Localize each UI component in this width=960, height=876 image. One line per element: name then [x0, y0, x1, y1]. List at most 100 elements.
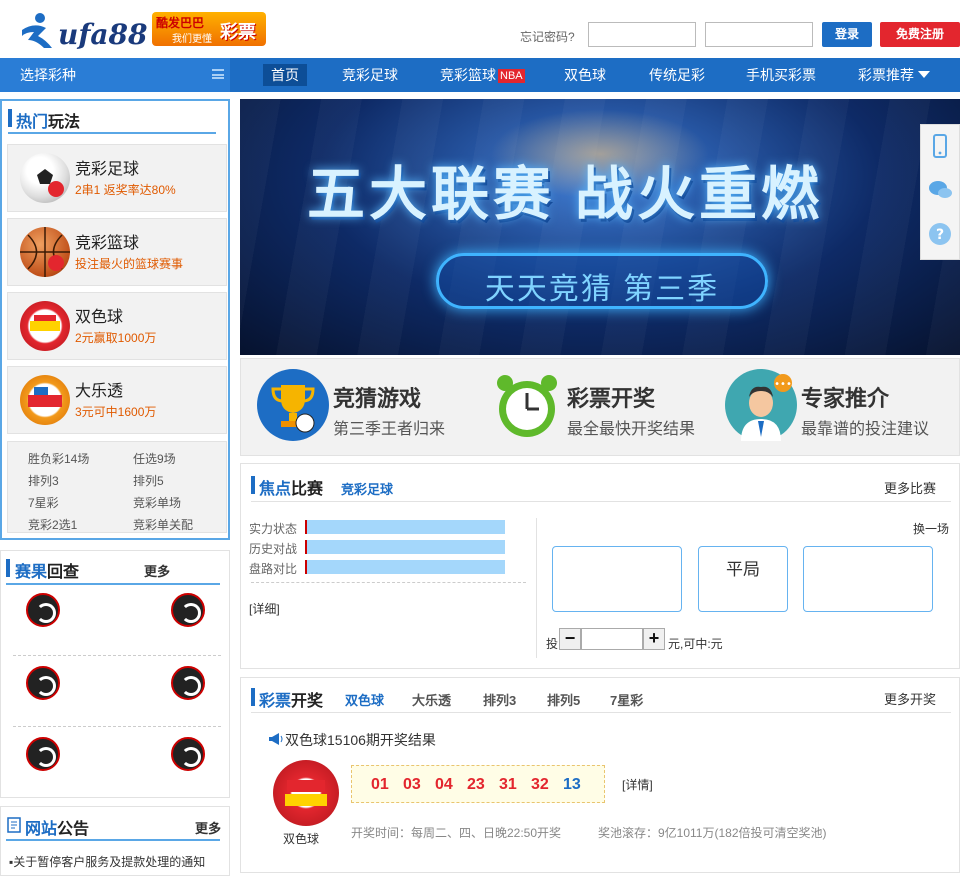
bet-plus-button[interactable]: + [643, 628, 665, 650]
register-button[interactable]: 免费注册 [880, 22, 960, 47]
nav-item-home[interactable]: 首页 [263, 64, 307, 86]
nav-home-label: 首页 [271, 67, 299, 83]
shuangseqiu-logo-icon [20, 301, 70, 351]
tab-pl5[interactable]: 排列5 [547, 690, 580, 709]
trophy-icon[interactable] [257, 369, 329, 441]
more-games-box: 胜负彩14场 任选9场 排列3 排列5 7星彩 竞彩单场 竞彩2选1 竞彩单关配 [7, 441, 227, 533]
red-ball: 23 [467, 776, 485, 793]
help-question-icon[interactable]: ? [927, 221, 953, 247]
tab-dlt[interactable]: 大乐透 [412, 690, 451, 709]
divider [13, 726, 221, 727]
select-lottery-menu[interactable]: 选择彩种 [0, 58, 230, 92]
game-link[interactable]: 7星彩 [28, 494, 59, 511]
divider [251, 582, 526, 583]
home-team-option[interactable] [552, 546, 682, 612]
nav-item-recommend[interactable]: 彩票推荐 [858, 58, 930, 92]
game-desc: 3元可中1600万 [75, 405, 157, 419]
megaphone-icon [269, 733, 283, 745]
nav-item-jczq[interactable]: 竞彩足球 [342, 58, 398, 92]
caret-down-icon [918, 71, 930, 78]
focus-title-b: 比赛 [291, 481, 324, 498]
select-lottery-label: 选择彩种 [20, 67, 76, 83]
jackpot-pool-text: 奖池滚存：9亿1011万(182倍投可清空奖池) [598, 826, 827, 840]
password-input[interactable] [705, 22, 813, 47]
results-more-link[interactable]: 更多 [144, 561, 170, 580]
game-item-dlt[interactable]: 大乐透 3元可中1600万 [7, 366, 227, 434]
game-link[interactable]: 竞彩单场 [133, 494, 181, 511]
site-logo[interactable]: ufa88 [16, 10, 148, 51]
detail-link[interactable]: [详细] [249, 600, 280, 617]
away-team-option[interactable] [803, 546, 933, 612]
game-name: 双色球 [75, 309, 124, 326]
hero-banner[interactable]: 五大联赛 战火重燃 天天竞猜 第三季 [240, 99, 960, 355]
nav-item-ctzc[interactable]: 传统足彩 [649, 58, 705, 92]
game-item-jclq[interactable]: 竞彩篮球 投注最火的篮球赛事 [7, 218, 227, 286]
team-logo-icon[interactable] [26, 593, 60, 627]
draw-option[interactable]: 平局 [698, 546, 788, 612]
runner-logo-icon [22, 13, 52, 48]
feature-title[interactable]: 专家推介 [801, 381, 889, 413]
team-logo-icon[interactable] [26, 666, 60, 700]
draw-label: 平局 [726, 560, 760, 579]
game-item-jczq[interactable]: 竞彩足球 2串1 返奖率达80% [7, 144, 227, 212]
game-link[interactable]: 排列5 [133, 472, 164, 489]
focus-title-a: 焦点 [259, 481, 292, 498]
nav-jclq-label: 竞彩篮球 [440, 67, 496, 83]
banner-subline: 天天竞猜 第三季 [484, 273, 720, 306]
blue-ball: 13 [563, 776, 581, 793]
section-divider [6, 839, 220, 841]
tab-ssq[interactable]: 双色球 [345, 690, 384, 709]
more-matches-link[interactable]: 更多比赛 [884, 478, 936, 497]
team-logo-icon[interactable] [26, 737, 60, 771]
section-bar [251, 476, 255, 494]
notice-more-link[interactable]: 更多 [195, 818, 221, 837]
game-link[interactable]: 排列3 [28, 472, 59, 489]
banner-subline-box: 天天竞猜 第三季 [436, 253, 768, 309]
game-link[interactable]: 竞彩单关配 [133, 516, 193, 533]
game-name: 竞彩篮球 [75, 235, 140, 252]
red-ball: 32 [531, 776, 549, 793]
more-lottery-link[interactable]: 更多开奖 [884, 689, 936, 708]
forgot-password-link[interactable]: 忘记密码? [520, 28, 575, 45]
list-icon [212, 69, 224, 79]
tab-jczq[interactable]: 竞彩足球 [341, 479, 393, 498]
section-divider [6, 583, 220, 585]
team-logo-icon[interactable] [171, 666, 205, 700]
bet-minus-button[interactable]: − [559, 628, 581, 650]
tab-7xc[interactable]: 7星彩 [610, 690, 643, 709]
shuangseqiu-logo-icon [273, 760, 339, 826]
team-logo-icon[interactable] [171, 737, 205, 771]
divider [536, 518, 537, 658]
nav-item-ssq[interactable]: 双色球 [564, 58, 606, 92]
red-ball: 03 [403, 776, 421, 793]
divider [251, 712, 951, 713]
tab-pl3[interactable]: 排列3 [483, 690, 516, 709]
notice-title: 网站公告 [25, 815, 89, 839]
username-input[interactable] [588, 22, 696, 47]
soccer-ball-icon [20, 153, 70, 203]
banner-headline: 五大联赛 战火重燃 [306, 162, 824, 227]
focus-title: 焦点比赛 [259, 475, 323, 499]
alarm-clock-icon[interactable] [491, 369, 563, 441]
features-strip: 竞猜游戏 第三季王者归来 彩票开奖 最全最快开奖结果 ••• 专家推介 最靠谱的… [240, 358, 960, 456]
expert-avatar-icon[interactable]: ••• [725, 369, 797, 441]
lottery-detail-link[interactable]: [详情] [622, 776, 653, 793]
mobile-phone-icon[interactable] [927, 133, 953, 159]
feature-title[interactable]: 竞猜游戏 [333, 381, 421, 413]
game-item-ssq[interactable]: 双色球 2元赢取1000万 [7, 292, 227, 360]
game-link[interactable]: 任选9场 [133, 450, 176, 467]
login-button[interactable]: 登录 [822, 22, 872, 47]
game-link[interactable]: 竞彩2选1 [28, 516, 77, 533]
change-match-link[interactable]: 换一场 [913, 520, 949, 537]
bet-amount-input[interactable] [581, 628, 643, 650]
results-title-b: 回查 [47, 564, 80, 581]
feature-title[interactable]: 彩票开奖 [567, 381, 655, 413]
bet-payout-text: 元,可中:元 [668, 637, 723, 651]
nav-item-mobile[interactable]: 手机买彩票 [746, 58, 816, 92]
game-link[interactable]: 胜负彩14场 [28, 450, 89, 467]
nav-item-jclq[interactable]: 竞彩篮球 NBA [440, 58, 525, 92]
team-logo-icon[interactable] [171, 593, 205, 627]
notice-item[interactable]: ▪关于暂停客户服务及提款处理的通知 [9, 853, 205, 870]
chat-bubble-icon[interactable] [927, 177, 953, 203]
game-name: 竞彩足球 [75, 161, 140, 178]
